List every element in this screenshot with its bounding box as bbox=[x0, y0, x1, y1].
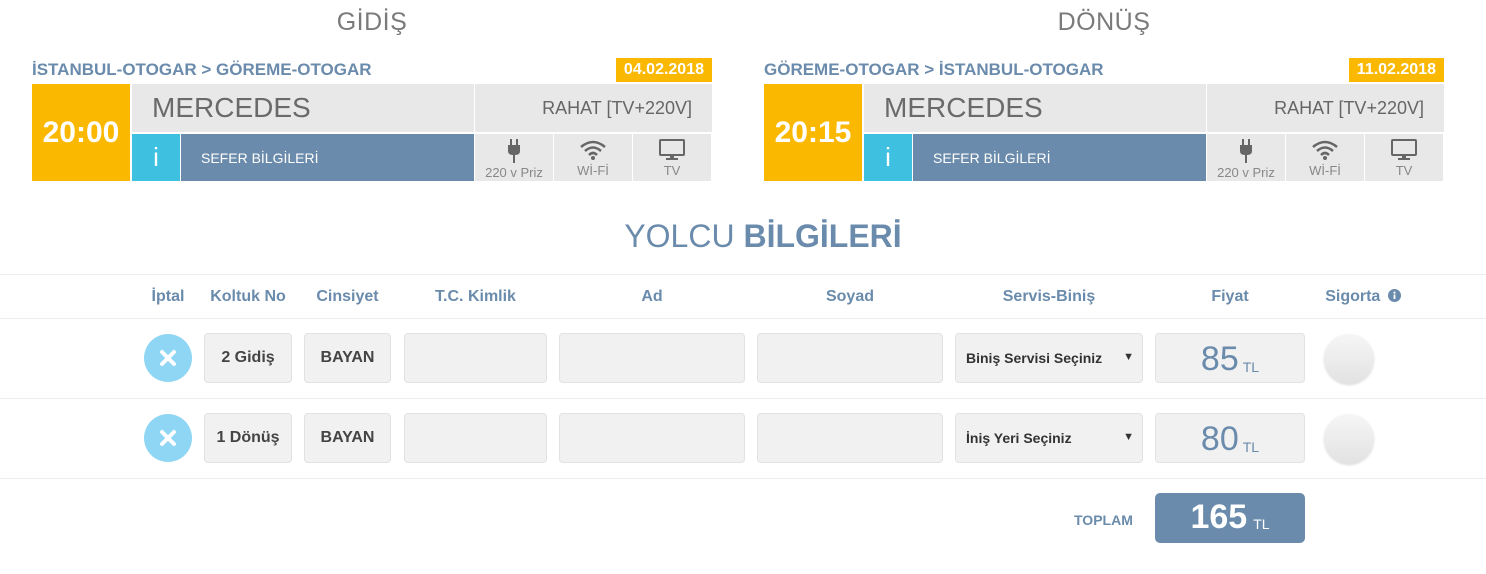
column-header-price: Fiyat bbox=[1211, 288, 1249, 305]
price-display: 80 TL bbox=[1155, 413, 1305, 463]
feature-label: Wİ-Fİ bbox=[1309, 163, 1341, 178]
feature-label: 220 v Priz bbox=[485, 165, 543, 180]
return-card: 20:15 MERCEDES RAHAT [TV+220V] i SEFER B… bbox=[764, 84, 1444, 181]
divider bbox=[0, 274, 1486, 275]
divider bbox=[0, 318, 1486, 319]
return-details-button[interactable]: SEFER BİLGİLERİ bbox=[913, 134, 1206, 181]
total-value: 165 bbox=[1190, 498, 1248, 536]
column-header-seat: Koltuk No bbox=[210, 288, 286, 305]
gender-select[interactable]: BAYAN bbox=[304, 333, 391, 383]
outbound-card: 20:00 MERCEDES RAHAT [TV+220V] i SEFER B… bbox=[32, 84, 712, 181]
return-feature-wifi: Wİ-Fİ bbox=[1286, 134, 1364, 181]
first-name-input[interactable] bbox=[559, 413, 745, 463]
column-header-surname: Soyad bbox=[825, 288, 874, 305]
close-icon bbox=[160, 350, 176, 366]
return-date: 11.02.2018 bbox=[1348, 58, 1444, 82]
return-bus-class: RAHAT [TV+220V] bbox=[1207, 84, 1444, 132]
feature-label: Wİ-Fİ bbox=[577, 163, 609, 178]
total-currency: TL bbox=[1253, 516, 1270, 532]
last-name-input[interactable] bbox=[757, 333, 943, 383]
return-time: 20:15 bbox=[764, 84, 862, 181]
column-header-gender: Cinsiyet bbox=[316, 288, 379, 305]
outbound-time: 20:00 bbox=[32, 84, 130, 181]
close-icon bbox=[160, 430, 176, 446]
tc-id-input[interactable] bbox=[404, 413, 547, 463]
title-bold: BİLGİLERİ bbox=[743, 218, 902, 254]
outbound-title: GİDİŞ bbox=[336, 8, 408, 36]
chevron-down-icon: ▼ bbox=[1123, 351, 1134, 363]
return-feature-plug: 220 v Priz bbox=[1207, 134, 1285, 181]
column-header-insurance: Sigorta bbox=[1318, 288, 1408, 306]
insurance-toggle[interactable] bbox=[1324, 414, 1374, 464]
cancel-button[interactable] bbox=[144, 334, 192, 382]
service-select[interactable]: Biniş Servisi Seçiniz ▼ bbox=[955, 333, 1143, 383]
feature-label: TV bbox=[1395, 163, 1413, 178]
column-header-tc: T.C. Kimlik bbox=[435, 288, 516, 305]
return-feature-tv: TV bbox=[1365, 134, 1443, 181]
feature-label: TV bbox=[663, 163, 681, 178]
total-label: TOPLAM bbox=[1074, 512, 1133, 528]
return-route: GÖREME-OTOGAR > İSTANBUL-OTOGAR bbox=[764, 60, 1104, 79]
outbound-route: İSTANBUL-OTOGAR > GÖREME-OTOGAR bbox=[32, 60, 372, 79]
price-value: 85 bbox=[1200, 340, 1239, 378]
outbound-feature-tv: TV bbox=[633, 134, 711, 181]
passenger-section-title: YOLCU BİLGİLERİ bbox=[0, 218, 1486, 255]
column-header-cancel: İptal bbox=[151, 288, 185, 305]
cancel-button[interactable] bbox=[144, 414, 192, 462]
wifi-icon bbox=[580, 140, 606, 160]
return-company: MERCEDES bbox=[864, 84, 1206, 132]
tv-icon bbox=[659, 139, 685, 160]
price-display: 85 TL bbox=[1155, 333, 1305, 383]
price-currency: TL bbox=[1242, 439, 1260, 455]
price-value: 80 bbox=[1200, 420, 1239, 458]
insurance-toggle[interactable] bbox=[1324, 334, 1374, 384]
total-display: 165 TL bbox=[1155, 493, 1305, 543]
service-select-value: İniş Yeri Seçiniz bbox=[966, 430, 1072, 446]
outbound-feature-wifi: Wİ-Fİ bbox=[554, 134, 632, 181]
divider bbox=[0, 398, 1486, 399]
price-currency: TL bbox=[1242, 359, 1260, 375]
title-light: YOLCU bbox=[624, 218, 735, 254]
outbound-bus-class: RAHAT [TV+220V] bbox=[475, 84, 712, 132]
tc-id-input[interactable] bbox=[404, 333, 547, 383]
outbound-date: 04.02.2018 bbox=[615, 58, 712, 82]
column-header-service: Servis-Biniş bbox=[1002, 288, 1096, 305]
feature-label: 220 v Priz bbox=[1217, 165, 1275, 180]
info-icon[interactable]: i bbox=[132, 134, 180, 181]
plug-icon bbox=[1240, 139, 1252, 163]
divider bbox=[0, 478, 1486, 479]
outbound-company: MERCEDES bbox=[132, 84, 474, 132]
return-title: DÖNÜŞ bbox=[1057, 8, 1151, 36]
info-icon[interactable]: i bbox=[864, 134, 912, 181]
wifi-icon bbox=[1312, 140, 1338, 160]
seat-number: 2 Gidiş bbox=[204, 333, 292, 383]
service-select-value: Biniş Servisi Seçiniz bbox=[966, 350, 1103, 366]
tv-icon bbox=[1391, 139, 1417, 160]
gender-select[interactable]: BAYAN bbox=[304, 413, 391, 463]
first-name-input[interactable] bbox=[559, 333, 745, 383]
outbound-details-button[interactable]: SEFER BİLGİLERİ bbox=[181, 134, 474, 181]
plug-icon bbox=[508, 139, 520, 163]
info-circle-icon[interactable] bbox=[1387, 289, 1401, 302]
last-name-input[interactable] bbox=[757, 413, 943, 463]
column-header-name: Ad bbox=[641, 288, 663, 305]
service-select[interactable]: İniş Yeri Seçiniz ▼ bbox=[955, 413, 1143, 463]
insurance-label: Sigorta bbox=[1325, 288, 1381, 305]
chevron-down-icon: ▼ bbox=[1123, 431, 1134, 443]
outbound-feature-plug: 220 v Priz bbox=[475, 134, 553, 181]
seat-number: 1 Dönüş bbox=[204, 413, 292, 463]
